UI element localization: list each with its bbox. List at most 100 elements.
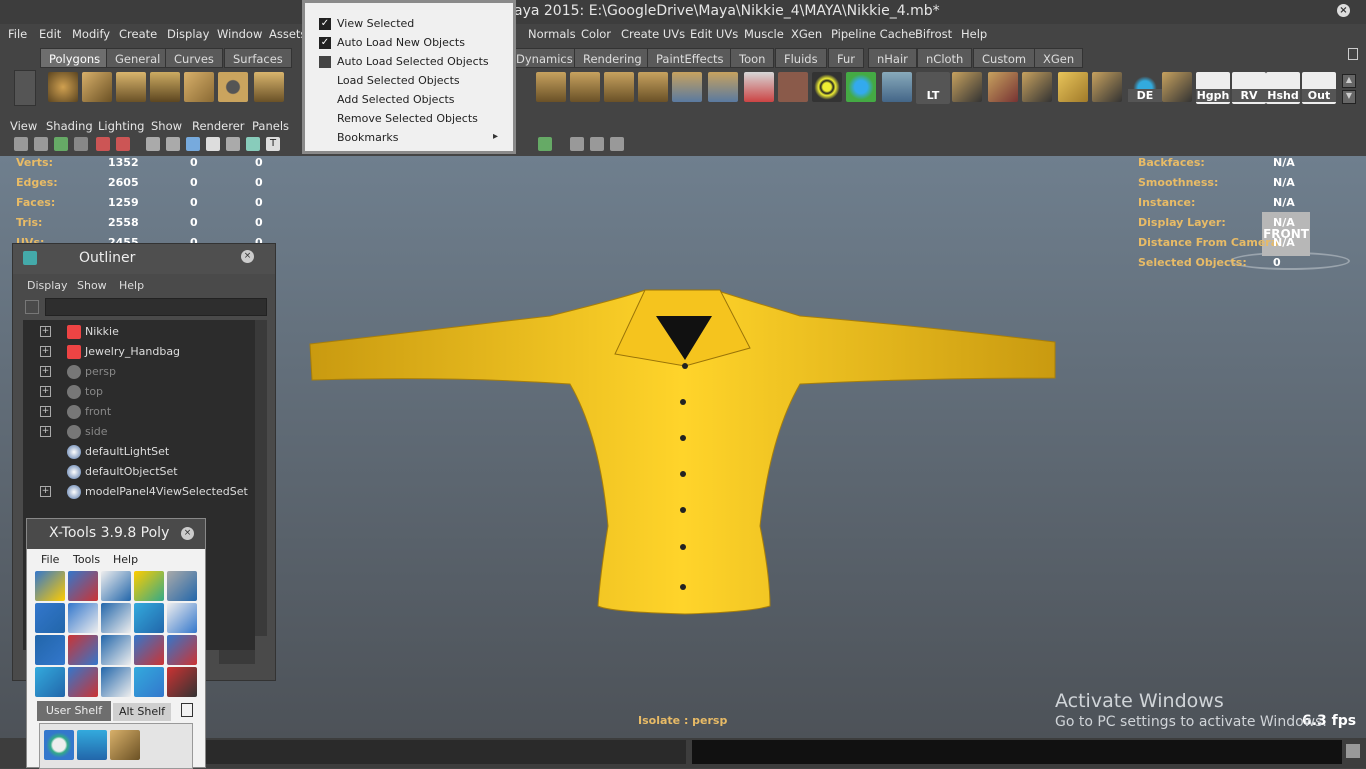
check-auto-load-new-icon[interactable]: ✓	[319, 37, 331, 49]
poly-sphere-icon[interactable]	[48, 72, 78, 102]
xtool-icon-4[interactable]	[134, 571, 164, 601]
bridge-icon[interactable]	[570, 72, 600, 102]
outliner-item-default-light-set[interactable]: defaultLightSet	[23, 442, 253, 462]
menu-create-uvs[interactable]: Create UVs	[621, 27, 685, 41]
xtool-icon-6[interactable]	[35, 603, 65, 633]
xtool-icon-16[interactable]	[35, 667, 65, 697]
rv-icon[interactable]: RV	[1232, 72, 1266, 104]
shelf-scroll-up-icon[interactable]: ▲	[1342, 74, 1356, 88]
panel-menu-panels[interactable]: Panels	[252, 119, 289, 133]
tab-alt-shelf[interactable]: Alt Shelf	[113, 703, 171, 721]
outliner-item-side[interactable]: + side	[23, 422, 253, 442]
menu-assets[interactable]: Assets	[269, 27, 306, 41]
smooth-shade-icon[interactable]	[166, 137, 180, 151]
poly-torus-icon[interactable]	[218, 72, 248, 102]
lt-icon[interactable]: LT	[916, 72, 950, 104]
wireframe-icon[interactable]	[146, 137, 160, 151]
outliner-menu-display[interactable]: Display	[27, 279, 68, 292]
expand-icon[interactable]: +	[40, 406, 51, 417]
close-icon[interactable]: ×	[1337, 4, 1350, 17]
menu-pipeline-cache[interactable]: Pipeline Cache	[831, 27, 915, 41]
xtool-icon-7[interactable]	[68, 603, 98, 633]
camera-lock-icon[interactable]	[34, 137, 48, 151]
menu-item-add-selected[interactable]: Add Selected Objects	[337, 93, 455, 106]
out-icon[interactable]: Out	[1302, 72, 1336, 104]
poly-cone-icon[interactable]	[150, 72, 180, 102]
outliner-scrollbar[interactable]	[255, 320, 267, 636]
menu-window[interactable]: Window	[217, 27, 262, 41]
shelf-tool-1[interactable]	[44, 730, 74, 760]
tab-fluids[interactable]: Fluids	[775, 48, 827, 68]
check-view-selected-icon[interactable]: ✓	[319, 18, 331, 30]
tab-xgen[interactable]: XGen	[1034, 48, 1084, 68]
shelf-menu-icon[interactable]	[14, 70, 36, 106]
menu-color[interactable]: Color	[581, 27, 611, 41]
grid-icon[interactable]	[96, 137, 110, 151]
tab-nhair[interactable]: nHair	[868, 48, 917, 68]
xtool-icon-1[interactable]	[35, 571, 65, 601]
shaded-icon[interactable]	[186, 137, 200, 151]
textured-icon[interactable]	[206, 137, 220, 151]
outliner-item-front[interactable]: + front	[23, 402, 253, 422]
expand-icon[interactable]: +	[40, 346, 51, 357]
xtool-icon-15[interactable]	[167, 635, 197, 665]
transfer-icon[interactable]	[882, 72, 912, 102]
xtools-header[interactable]: X-Tools 3.9.8 Poly ×	[27, 519, 205, 549]
outliner-menu-help[interactable]: Help	[119, 279, 144, 292]
xtool-icon-20[interactable]	[167, 667, 197, 697]
tab-rendering[interactable]: Rendering	[574, 48, 651, 68]
split-icon[interactable]	[638, 72, 668, 102]
hshd-icon[interactable]: Hshd	[1266, 72, 1300, 104]
sculpt-icon[interactable]	[744, 72, 774, 102]
tab-painteffects[interactable]: PaintEffects	[647, 48, 733, 68]
panel-menu-view[interactable]: View	[10, 119, 37, 133]
script-editor-icon[interactable]	[1346, 744, 1360, 758]
image-plane-icon[interactable]	[74, 137, 88, 151]
text-icon[interactable]: T	[266, 137, 280, 151]
trash-icon[interactable]	[1348, 48, 1358, 60]
poly-plane-icon[interactable]	[184, 72, 214, 102]
xray-components-icon[interactable]	[610, 137, 624, 151]
menu-modify[interactable]: Modify	[72, 27, 110, 41]
menu-display[interactable]: Display	[167, 27, 209, 41]
tab-fur[interactable]: Fur	[828, 48, 865, 68]
xtools-menu-tools[interactable]: Tools	[73, 553, 100, 566]
tab-curves[interactable]: Curves	[165, 48, 223, 68]
tab-polygons[interactable]: Polygons	[40, 48, 110, 68]
command-result-field[interactable]	[692, 740, 1342, 764]
close-icon[interactable]: ×	[181, 527, 194, 540]
shelf-scroll-down-icon[interactable]: ▼	[1342, 90, 1356, 104]
snap-icon[interactable]	[812, 72, 842, 102]
menu-item-auto-load-new[interactable]: Auto Load New Objects	[337, 36, 465, 49]
uv-icon-5[interactable]	[1092, 72, 1122, 102]
menu-create[interactable]: Create	[119, 27, 157, 41]
poly-cube-icon[interactable]	[82, 72, 112, 102]
lights-icon[interactable]	[226, 137, 240, 151]
xtool-icon-5[interactable]	[167, 571, 197, 601]
panel-menu-lighting[interactable]: Lighting	[98, 119, 144, 133]
camera-select-icon[interactable]	[14, 137, 28, 151]
filter-icon[interactable]	[25, 300, 39, 314]
de-icon[interactable]: DE	[1128, 72, 1162, 104]
menu-edit-uvs[interactable]: Edit UVs	[690, 27, 738, 41]
xtools-menu-help[interactable]: Help	[113, 553, 138, 566]
outliner-header[interactable]: Outliner ×	[13, 244, 275, 274]
outliner-item-jewelry-handbag[interactable]: + Jewelry_Handbag	[23, 342, 253, 362]
xtools-menu-file[interactable]: File	[41, 553, 59, 566]
uv-icon-2[interactable]	[988, 72, 1018, 102]
xtool-icon-13[interactable]	[101, 635, 131, 665]
expand-icon[interactable]: +	[40, 386, 51, 397]
xtool-icon-18[interactable]	[101, 667, 131, 697]
outliner-item-nikkie[interactable]: + Nikkie	[23, 322, 253, 342]
offset-loop-icon[interactable]	[708, 72, 738, 102]
xtool-icon-8[interactable]	[101, 603, 131, 633]
tab-general[interactable]: General	[106, 48, 170, 68]
menu-item-bookmarks[interactable]: Bookmarks	[337, 131, 398, 144]
xtool-icon-2[interactable]	[68, 571, 98, 601]
poly-pyramid-icon[interactable]	[254, 72, 284, 102]
uv-icon-6[interactable]	[1162, 72, 1192, 102]
menu-normals[interactable]: Normals	[528, 27, 576, 41]
panel-menu-renderer[interactable]: Renderer	[192, 119, 245, 133]
xtool-icon-14[interactable]	[134, 635, 164, 665]
tab-surfaces[interactable]: Surfaces	[224, 48, 292, 68]
